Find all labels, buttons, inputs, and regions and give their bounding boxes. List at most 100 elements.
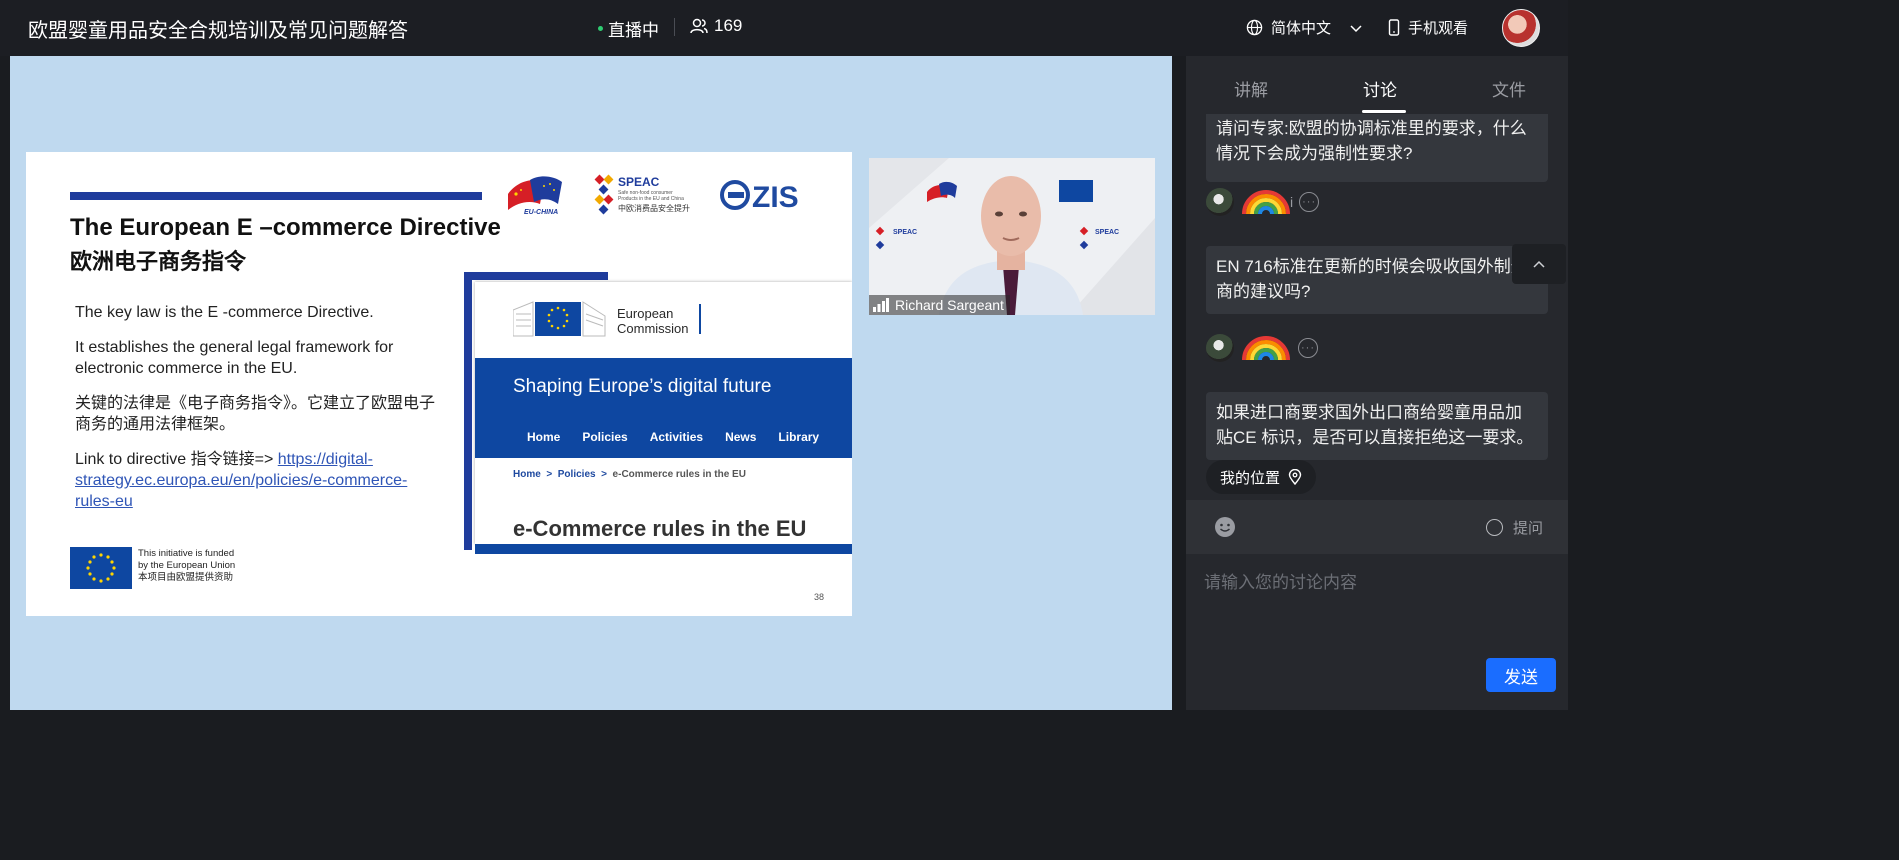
web-bottom-bar — [475, 544, 852, 554]
avatar — [1206, 334, 1234, 362]
speac-logo: SPEAC Safe non-food consumer Products in… — [594, 174, 704, 223]
ask-radio[interactable] — [1486, 519, 1503, 536]
ec-header: European Commission — [475, 282, 852, 358]
globe-icon — [1246, 19, 1263, 36]
side-panel: 讲解 讨论 文件 请问专家:欧盟的协调标准里的要求，什么情况下会成为强制性要求?… — [1186, 56, 1568, 710]
ec-breadcrumb: Home > Policies > e-Commerce rules in th… — [513, 469, 746, 480]
eu-flag-icon — [70, 547, 132, 589]
svg-text:SPEAC: SPEAC — [1095, 229, 1119, 236]
svg-text:Products in the EU and China: Products in the EU and China — [618, 196, 684, 202]
chevron-right-icon: > — [598, 469, 610, 480]
live-status: 直播中 — [598, 16, 659, 41]
rainbow-icon — [1242, 336, 1290, 361]
speaker-video-frame: SPEAC SPEAC — [869, 158, 1155, 315]
crumb-home: Home — [513, 469, 541, 480]
ec-nav-policies: Policies — [582, 430, 628, 444]
slide-page-number: 38 — [814, 592, 825, 602]
user-avatar[interactable] — [1502, 9, 1540, 47]
live-label: 直播中 — [608, 21, 659, 40]
tab-lecture[interactable]: 讲解 — [1234, 76, 1268, 101]
my-location-button[interactable]: 我的位置 — [1206, 460, 1317, 494]
svg-text:中欧消费品安全提升: 中欧消费品安全提升 — [618, 203, 690, 213]
ec-nav-home: Home — [527, 430, 561, 444]
ec-page-heading: e-Commerce rules in the EU — [513, 516, 807, 541]
slide-title-en: The European E –commerce Directive — [70, 214, 501, 241]
tab-discussion[interactable]: 讨论 — [1363, 76, 1397, 101]
speaker-name: Richard Sargeant — [895, 297, 1004, 313]
speaker-name-tag: Richard Sargeant — [869, 295, 1010, 315]
chevron-right-icon: > — [543, 469, 555, 480]
ec-nav-activities: Activities — [649, 430, 704, 444]
mobile-view-label: 手机观看 — [1408, 20, 1469, 37]
slide-accent-bar — [70, 192, 482, 200]
avatar — [1206, 188, 1234, 216]
svg-text:ZIS: ZIS — [752, 181, 799, 212]
ec-line2: Commission — [617, 321, 689, 336]
signal-icon — [873, 298, 889, 312]
eu-funding-line2: by the European Union — [138, 560, 236, 571]
more-icon[interactable]: ··· — [1298, 338, 1318, 358]
crumb-policies: Policies — [557, 469, 596, 480]
ec-nav: Home Policies Activities News Library — [527, 430, 819, 444]
chevron-down-icon — [1350, 24, 1362, 32]
username-suffix: i — [1290, 194, 1294, 210]
message-bubble: 如果进口商要求国外出口商给婴童用品加贴CE 标识，是否可以直接拒绝这一要求。 — [1206, 392, 1548, 460]
message-bubble: 请问专家:欧盟的协调标准里的要求，什么情况下会成为强制性要求? — [1206, 114, 1548, 182]
phone-icon — [1388, 19, 1400, 36]
website-screenshot: European Commission Shaping Europe’s dig… — [475, 282, 852, 544]
input-toolbar: 提问 — [1186, 500, 1568, 554]
ask-question-toggle[interactable]: 提问 — [1486, 517, 1543, 538]
ec-name: European Commission — [617, 306, 689, 336]
rainbow-icon — [1242, 190, 1290, 215]
language-label: 简体中文 — [1271, 20, 1332, 37]
slide: EU-CHINA SPEAC Safe non-food consumer Pr… — [26, 152, 852, 616]
presentation-stage: EU-CHINA SPEAC Safe non-food consumer Pr… — [10, 56, 1172, 710]
link-prefix: Link to directive 指令链接=> — [75, 451, 278, 468]
tab-files[interactable]: 文件 — [1492, 76, 1526, 101]
language-selector[interactable]: 简体中文 — [1246, 17, 1363, 38]
slide-paragraph-4: Link to directive 指令链接=> https://digital… — [75, 449, 445, 512]
emoji-icon[interactable] — [1214, 516, 1236, 538]
discussion-list[interactable]: 请问专家:欧盟的协调标准里的要求，什么情况下会成为强制性要求? i ··· EN… — [1186, 114, 1568, 500]
chevron-up-icon — [1533, 260, 1545, 268]
input-area: 发送 — [1186, 554, 1568, 710]
eu-funding-line3: 本项目由欧盟提供资助 — [138, 572, 234, 583]
speaker-video[interactable]: SPEAC SPEAC Richard Sargeant — [869, 158, 1155, 315]
eu-funding-note: This initiative is funded by the Europea… — [138, 548, 235, 584]
top-bar: 欧盟婴童用品安全合规培训及常见问题解答 直播中 169 简体中文 手机观看 — [0, 0, 1568, 56]
active-tab-indicator — [1362, 110, 1406, 113]
svg-text:SPEAC: SPEAC — [618, 175, 660, 189]
web-frame-bar-vertical — [464, 272, 472, 550]
more-icon[interactable]: ··· — [1299, 192, 1320, 212]
ask-label: 提问 — [1513, 520, 1544, 537]
ec-nav-library: Library — [778, 430, 820, 444]
ec-line1: European — [617, 306, 674, 321]
slide-paragraph-2: It establishes the general legal framewo… — [75, 339, 394, 377]
my-location-label: 我的位置 — [1220, 469, 1281, 487]
message-bubble: EN 716标准在更新的时候会吸收国外制造商的建议吗? — [1206, 246, 1548, 314]
slide-title-zh: 欧洲电子商务指令 — [70, 249, 247, 274]
divider — [674, 18, 675, 36]
web-frame-bar — [464, 272, 608, 280]
discussion-input[interactable] — [1204, 568, 1550, 648]
slide-paragraph-3: 关键的法律是《电子商务指令》。它建立了欧盟电子商务的通用法律框架。 — [75, 395, 436, 433]
ec-banner-title: Shaping Europe’s digital future — [513, 376, 772, 397]
slide-paragraph-1: The key law is the E -commerce Directive… — [75, 304, 374, 321]
send-button[interactable]: 发送 — [1486, 658, 1556, 692]
message-meta: ··· — [1206, 334, 1318, 362]
viewer-count: 169 — [690, 16, 742, 36]
scroll-up-button[interactable] — [1512, 244, 1566, 284]
location-pin-icon — [1288, 469, 1302, 485]
message-meta: i ··· — [1206, 188, 1320, 216]
panel-tabs: 讲解 讨论 文件 — [1186, 56, 1568, 114]
users-icon — [690, 18, 708, 34]
page-title: 欧盟婴童用品安全合规培训及常见问题解答 — [28, 20, 408, 42]
mobile-view-button[interactable]: 手机观看 — [1388, 17, 1468, 38]
viewer-count-value: 169 — [714, 16, 743, 35]
ec-divider — [699, 304, 701, 334]
svg-text:SPEAC: SPEAC — [893, 229, 917, 236]
zis-logo: ZIS — [720, 178, 812, 220]
ec-nav-news: News — [725, 430, 757, 444]
svg-text:EU-CHINA: EU-CHINA — [524, 209, 558, 216]
ec-building-logo — [513, 301, 606, 337]
